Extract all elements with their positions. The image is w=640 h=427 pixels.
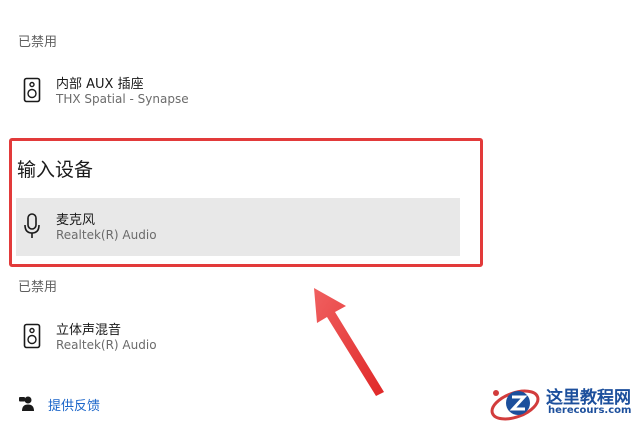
watermark-url: herecours.com bbox=[548, 405, 632, 416]
feedback-icon bbox=[18, 395, 36, 417]
device-name: 内部 AUX 插座 bbox=[56, 77, 144, 92]
device-subtitle: Realtek(R) Audio bbox=[56, 338, 157, 352]
disabled-section-label: 已禁用 bbox=[18, 280, 58, 295]
device-row-stereo-mix[interactable]: 立体声混音 Realtek(R) Audio bbox=[16, 314, 460, 360]
disabled-section-label: 已禁用 bbox=[18, 35, 58, 50]
feedback-link[interactable]: 提供反馈 bbox=[48, 395, 100, 414]
watermark-logo: 这里教程网 herecours.com bbox=[488, 383, 638, 423]
device-subtitle: THX Spatial - Synapse bbox=[56, 92, 189, 106]
device-row-aux-jack[interactable]: 内部 AUX 插座 THX Spatial - Synapse bbox=[16, 68, 460, 114]
speaker-icon bbox=[22, 76, 42, 104]
red-arrow-annotation bbox=[314, 288, 384, 396]
site-logo-icon bbox=[488, 383, 544, 427]
highlight-annotation-box bbox=[9, 138, 483, 267]
device-name: 立体声混音 bbox=[56, 323, 122, 338]
speaker-icon bbox=[22, 322, 42, 350]
